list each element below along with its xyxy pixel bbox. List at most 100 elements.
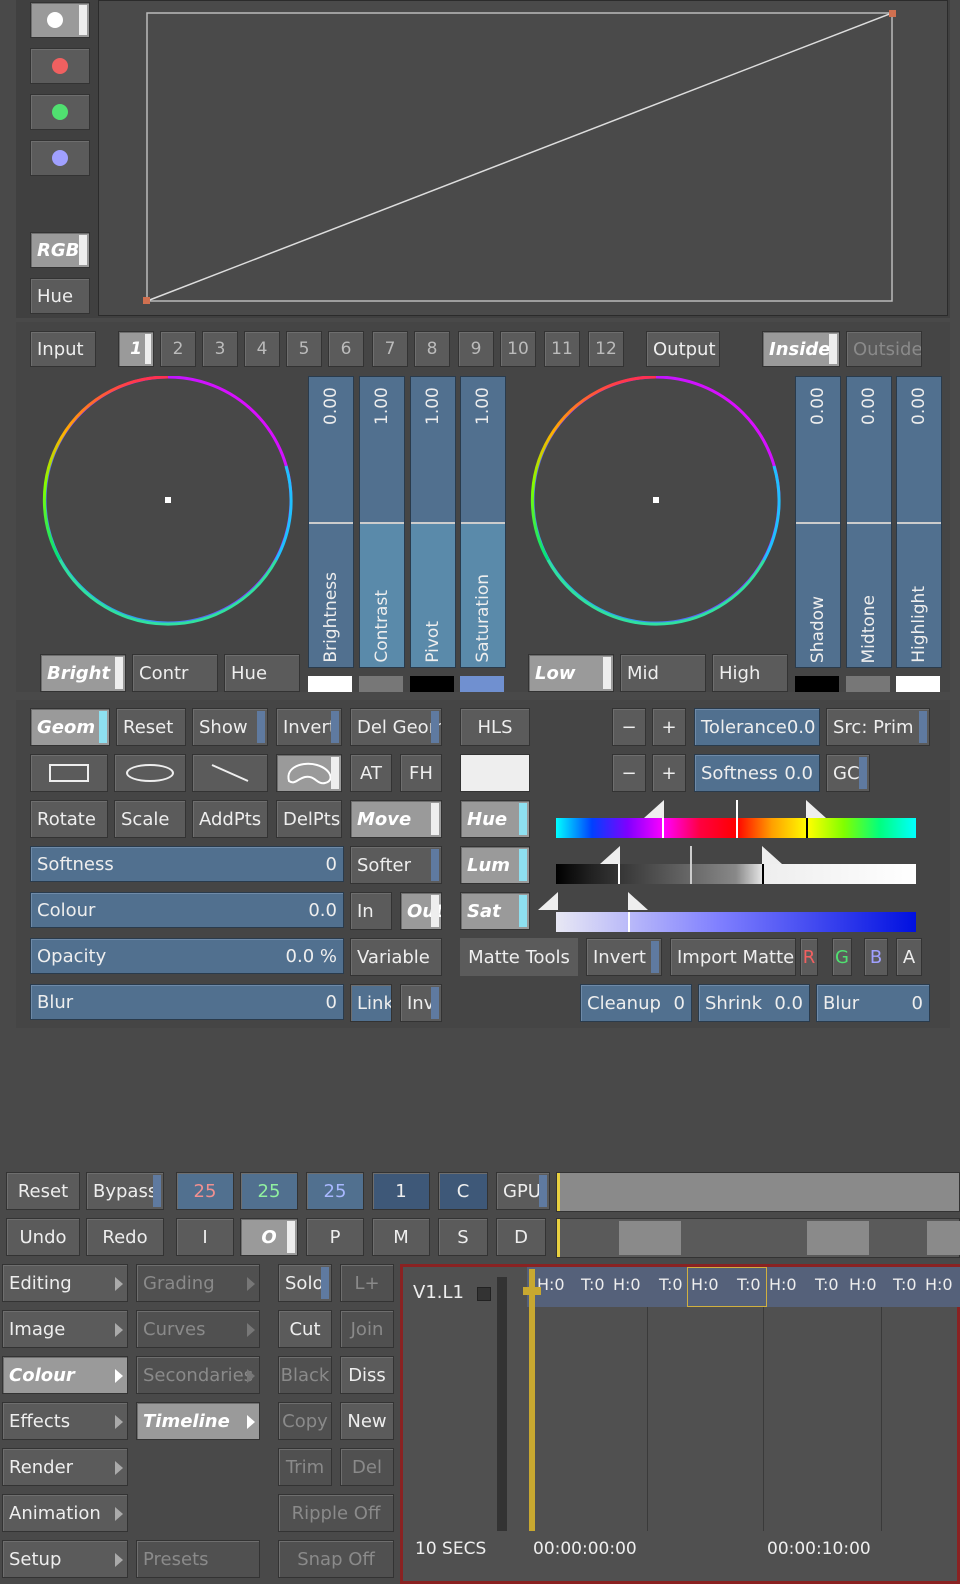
highlight-slider[interactable]: 0.00 Highlight [896,376,942,668]
variable-button[interactable]: Variable [350,938,442,976]
grade-number-7-button[interactable]: 7 [372,331,408,367]
high-button[interactable]: High [712,654,788,692]
bypass-button[interactable]: Bypass [86,1172,164,1210]
submenu-secondaries-button[interactable]: Secondaries [136,1356,260,1394]
gpu-button[interactable]: GPU [496,1172,550,1210]
mark-out-button[interactable]: O [240,1218,298,1256]
undo-button[interactable]: Undo [6,1218,80,1256]
invert-geom-button[interactable]: Invert [276,708,342,746]
output-button[interactable]: Output [646,331,720,367]
channel-green-button[interactable] [30,94,90,130]
hue-channel-button[interactable]: Hue [460,800,530,838]
tolerance-minus-button[interactable]: − [612,708,646,746]
hue-range-marker[interactable] [736,800,738,838]
g-channel-button[interactable]: G [832,938,852,976]
inv-button[interactable]: Inv [400,984,442,1022]
submenu-grading-button[interactable]: Grading [136,1264,260,1302]
grade-number-8-button[interactable]: 8 [414,331,450,367]
inside-button[interactable]: Inside [762,331,840,367]
trim-button[interactable]: Trim [278,1448,332,1486]
key-colour-swatch[interactable] [460,754,530,792]
track-toggle[interactable] [477,1287,491,1301]
shrink-field[interactable]: Shrink 0.0 [698,984,810,1022]
hue-soft-handle-right[interactable] [806,800,826,818]
menu-effects-button[interactable]: Effects [2,1402,128,1440]
blue-value-field[interactable]: 25 [306,1172,364,1210]
curve-editor[interactable] [98,0,948,316]
hue-range-marker[interactable] [806,818,808,838]
del-geom-button[interactable]: Del Geom [350,708,442,746]
lum-range-marker[interactable] [762,864,764,884]
add-points-button[interactable]: AddPts [192,800,268,838]
grade-number-11-button[interactable]: 11 [544,331,580,367]
at-button[interactable]: AT [350,754,392,792]
lum-channel-button[interactable]: Lum [460,846,530,884]
c-button[interactable]: C [438,1172,488,1210]
right-colour-wheel[interactable] [528,375,784,632]
scale-button[interactable]: Scale [114,800,186,838]
low-button[interactable]: Low [528,654,614,692]
menu-animation-button[interactable]: Animation [2,1494,128,1532]
menu-render-button[interactable]: Render [2,1448,128,1486]
lum-ramp[interactable] [556,864,916,884]
contrast-slider[interactable]: 1.00 Contrast [359,376,405,668]
mid-button[interactable]: Mid [620,654,706,692]
shadow-slider[interactable]: 0.00 Shadow [795,376,841,668]
input-button[interactable]: Input [30,331,96,367]
s-button[interactable]: S [438,1218,488,1256]
hue-mode-button[interactable]: Hue [30,278,90,314]
saturation-slider[interactable]: 1.00 Saturation [460,376,506,668]
timeline-panel[interactable]: V1.L1 H:0 T:0 H:0 T:0 H:0 T:0 H:0 T:0 H:0 T:0 H:0 … [400,1264,960,1584]
snap-off-button[interactable]: Snap Off [278,1540,394,1578]
sat-soft-handle-right[interactable] [628,892,648,910]
hls-button[interactable]: HLS [460,708,530,746]
opacity-field[interactable]: Opacity 0.0 % [30,938,344,974]
green-value-field[interactable]: 25 [240,1172,298,1210]
midtone-slider[interactable]: 0.00 Midtone [846,376,892,668]
grade-number-9-button[interactable]: 9 [458,331,494,367]
reset-geom-button[interactable]: Reset [116,708,186,746]
matte-blur-field[interactable]: Blur 0 [816,984,930,1022]
out-button[interactable]: Out [400,892,442,930]
menu-setup-button[interactable]: Setup [2,1540,128,1578]
submenu-presets-button[interactable]: Presets [136,1540,260,1578]
grade-number-10-button[interactable]: 10 [500,331,536,367]
colour-field[interactable]: Colour 0.0 [30,892,344,928]
grade-number-1-button[interactable]: 1 [118,331,154,367]
rgb-mode-button[interactable]: RGB [30,232,90,268]
invert-matte-button[interactable]: Invert [586,938,662,976]
line-shape-button[interactable] [192,754,268,792]
join-button[interactable]: Join [340,1310,394,1348]
p-button[interactable]: P [306,1218,364,1256]
tolerance-plus-button[interactable]: + [652,708,686,746]
lum-range-marker[interactable] [618,864,620,884]
src-prim-button[interactable]: Src: Prim [826,708,930,746]
softness-plus-button[interactable]: + [652,754,686,792]
cleanup-field[interactable]: Cleanup 0 [580,984,692,1022]
sat-ramp[interactable] [556,912,916,932]
geom-button[interactable]: Geom [30,708,110,746]
copy-button[interactable]: Copy [278,1402,332,1440]
outside-button[interactable]: Outside [846,331,922,367]
timeline-playhead[interactable] [529,1269,535,1531]
reset-button[interactable]: Reset [6,1172,80,1210]
lum-soft-handle-right[interactable] [762,846,782,864]
mark-in-button[interactable]: I [176,1218,234,1256]
timeline-playhead-handle[interactable] [523,1287,541,1295]
fh-button[interactable]: FH [400,754,442,792]
key-softness-field[interactable]: Softness 0.0 [694,754,820,792]
grade-number-5-button[interactable]: 5 [286,331,322,367]
rectangle-shape-button[interactable] [30,754,108,792]
track-scrollbar[interactable] [497,1277,507,1531]
link-button[interactable]: Link [350,984,392,1022]
cut-button[interactable]: Cut [278,1310,332,1348]
channel-red-button[interactable] [30,48,90,84]
hue-range-marker[interactable] [662,818,664,838]
lum-soft-handle-left[interactable] [600,846,620,864]
sat-soft-handle-left[interactable] [538,892,558,910]
r-channel-button[interactable]: R [800,938,818,976]
import-matte-button[interactable]: Import Matte [670,938,796,976]
blur-field[interactable]: Blur 0 [30,984,344,1020]
grade-number-3-button[interactable]: 3 [202,331,238,367]
menu-image-button[interactable]: Image [2,1310,128,1348]
